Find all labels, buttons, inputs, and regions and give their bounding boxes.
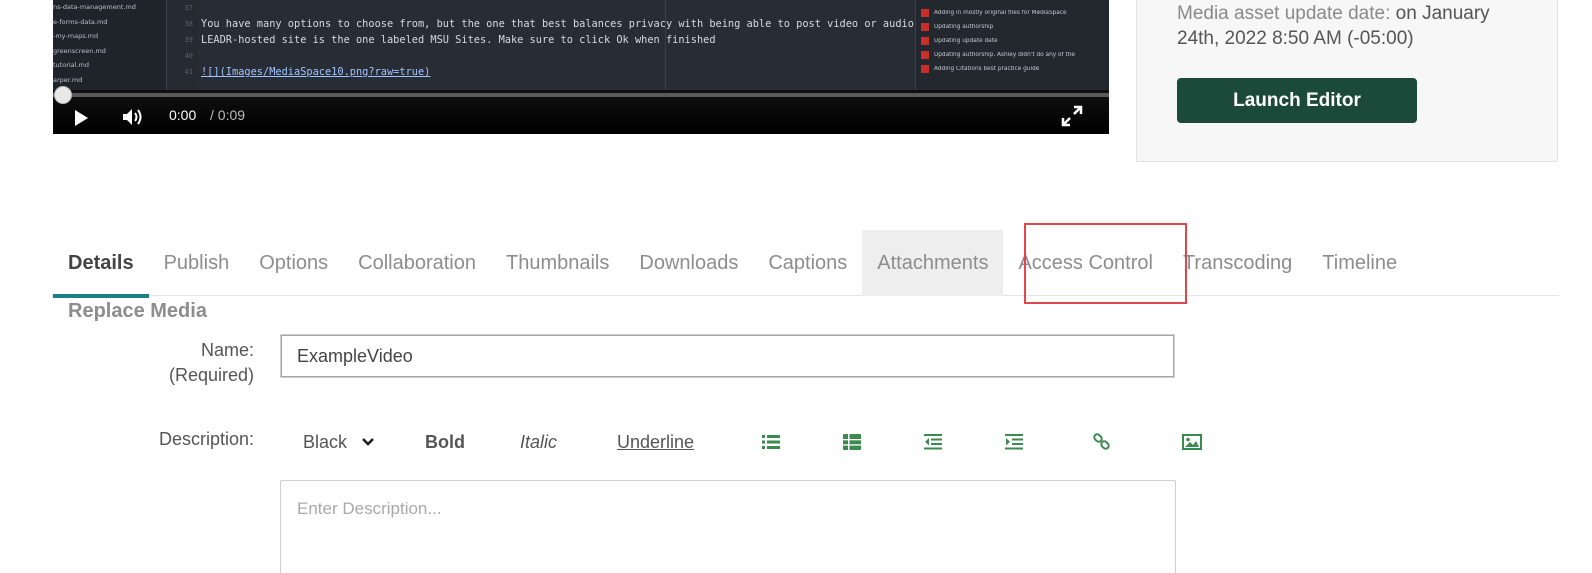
description-toolbar: Black Bold Italic Underline (280, 425, 1240, 459)
commit-marker (921, 65, 929, 73)
line-number: 41 (184, 68, 193, 76)
commit-item: Updating authorship, Ashley didn't do an… (916, 48, 1109, 62)
video-controls: 0:00 / 0:09 (53, 86, 1109, 134)
commit-message: Adding in mostly original files for Medi… (934, 10, 1067, 16)
image-icon[interactable] (1182, 425, 1202, 459)
name-input[interactable] (280, 334, 1175, 378)
code-image-link: ![](Images/MediaSpace10.png?raw=true) (201, 66, 431, 78)
color-select[interactable]: Black (303, 425, 375, 459)
tab-timeline[interactable]: Timeline (1307, 230, 1412, 296)
commit-marker (921, 23, 929, 31)
italic-button[interactable]: Italic (520, 425, 557, 459)
tab-thumbnails[interactable]: Thumbnails (491, 230, 624, 296)
video-frame: ns-data-management.md e-forms-data.md -m… (53, 0, 1109, 90)
update-date-label: Media asset update date: (1177, 3, 1391, 24)
line-number: 38 (184, 20, 193, 28)
tab-collaboration[interactable]: Collaboration (343, 230, 491, 296)
fullscreen-icon[interactable] (1061, 105, 1083, 127)
chevron-down-icon (361, 437, 375, 447)
tab-details[interactable]: Details (53, 230, 149, 298)
bold-button[interactable]: Bold (425, 425, 465, 459)
indent-icon[interactable] (1005, 425, 1023, 459)
commit-message: Updating update date (934, 38, 998, 44)
file-tree-item: ns-data-management.md (53, 3, 136, 11)
commit-item: Adding Citations best practice guide (916, 62, 1109, 76)
video-code-pane: You have many options to choose from, bu… (201, 0, 921, 90)
code-line: LEADR-hosted site is the one labeled MSU… (201, 34, 716, 46)
line-number: 40 (184, 52, 193, 60)
time-total: / 0:09 (210, 107, 246, 123)
name-label: Name: (Required) (100, 338, 254, 388)
color-select-value: Black (303, 431, 348, 452)
commit-item: Updating authorship (916, 20, 1109, 34)
name-label-text: Name: (200, 340, 254, 360)
file-tree-item: arper.md (53, 75, 83, 84)
line-number: 37 (184, 4, 193, 12)
tab-options[interactable]: Options (244, 230, 343, 296)
video-player[interactable]: ns-data-management.md e-forms-data.md -m… (53, 0, 1109, 134)
file-tree-item: greenscreen.md (53, 46, 106, 55)
update-date: Media asset update date: on January 24th… (1177, 1, 1537, 51)
tab-access-control[interactable]: Access Control (1003, 230, 1168, 296)
tab-publish[interactable]: Publish (149, 230, 245, 296)
commit-item: Adding in mostly original files for Medi… (916, 6, 1109, 20)
name-required-text: (Required) (168, 365, 254, 385)
commit-marker (921, 9, 929, 17)
code-line: ![](Images/MediaSpace10.png?raw=true) (201, 64, 921, 80)
media-info-panel: Media asset update date: on January 24th… (1136, 0, 1558, 162)
underline-button[interactable]: Underline (617, 425, 694, 459)
video-file-tree: ns-data-management.md e-forms-data.md -m… (53, 0, 167, 90)
numbered-list-icon[interactable] (843, 425, 861, 459)
commit-message: Updating authorship, Ashley didn't do an… (934, 52, 1075, 58)
video-commit-list: Adding in mostly original files for Medi… (915, 0, 1109, 90)
line-number: 39 (184, 36, 193, 44)
tab-captions[interactable]: Captions (753, 230, 862, 296)
code-line: You have many options to choose from, bu… (201, 18, 921, 30)
launch-editor-button[interactable]: Launch Editor (1177, 78, 1417, 123)
volume-icon[interactable] (121, 106, 145, 128)
bullet-list-icon[interactable] (762, 425, 780, 459)
commit-message: Adding Citations best practice guide (934, 66, 1040, 72)
outdent-icon[interactable] (924, 425, 942, 459)
description-label: Description: (158, 429, 254, 449)
time-current: 0:00 (169, 107, 197, 123)
description-textarea[interactable] (280, 480, 1176, 573)
commit-marker (921, 37, 929, 45)
file-tree-item: e-forms-data.md (53, 17, 108, 26)
tab-transcoding[interactable]: Transcoding (1168, 230, 1307, 296)
commit-item: Updating update date (916, 34, 1109, 48)
file-tree-item: -my-maps.md (53, 32, 99, 40)
progress-bar[interactable] (53, 86, 1109, 104)
video-line-gutter: 37 38 39 40 41 (167, 0, 199, 90)
section-title: Replace Media (68, 300, 207, 322)
progress-handle[interactable] (54, 86, 72, 104)
code-divider (665, 0, 666, 90)
file-tree-item: tutorial.md (53, 61, 89, 69)
link-icon[interactable] (1093, 425, 1111, 459)
tab-downloads[interactable]: Downloads (624, 230, 753, 296)
play-icon[interactable] (71, 108, 91, 128)
tab-attachments[interactable]: Attachments (862, 230, 1004, 296)
media-tabs: Details Publish Options Collaboration Th… (53, 230, 1559, 298)
commit-message: Updating authorship (934, 24, 994, 30)
commit-marker (921, 51, 929, 59)
